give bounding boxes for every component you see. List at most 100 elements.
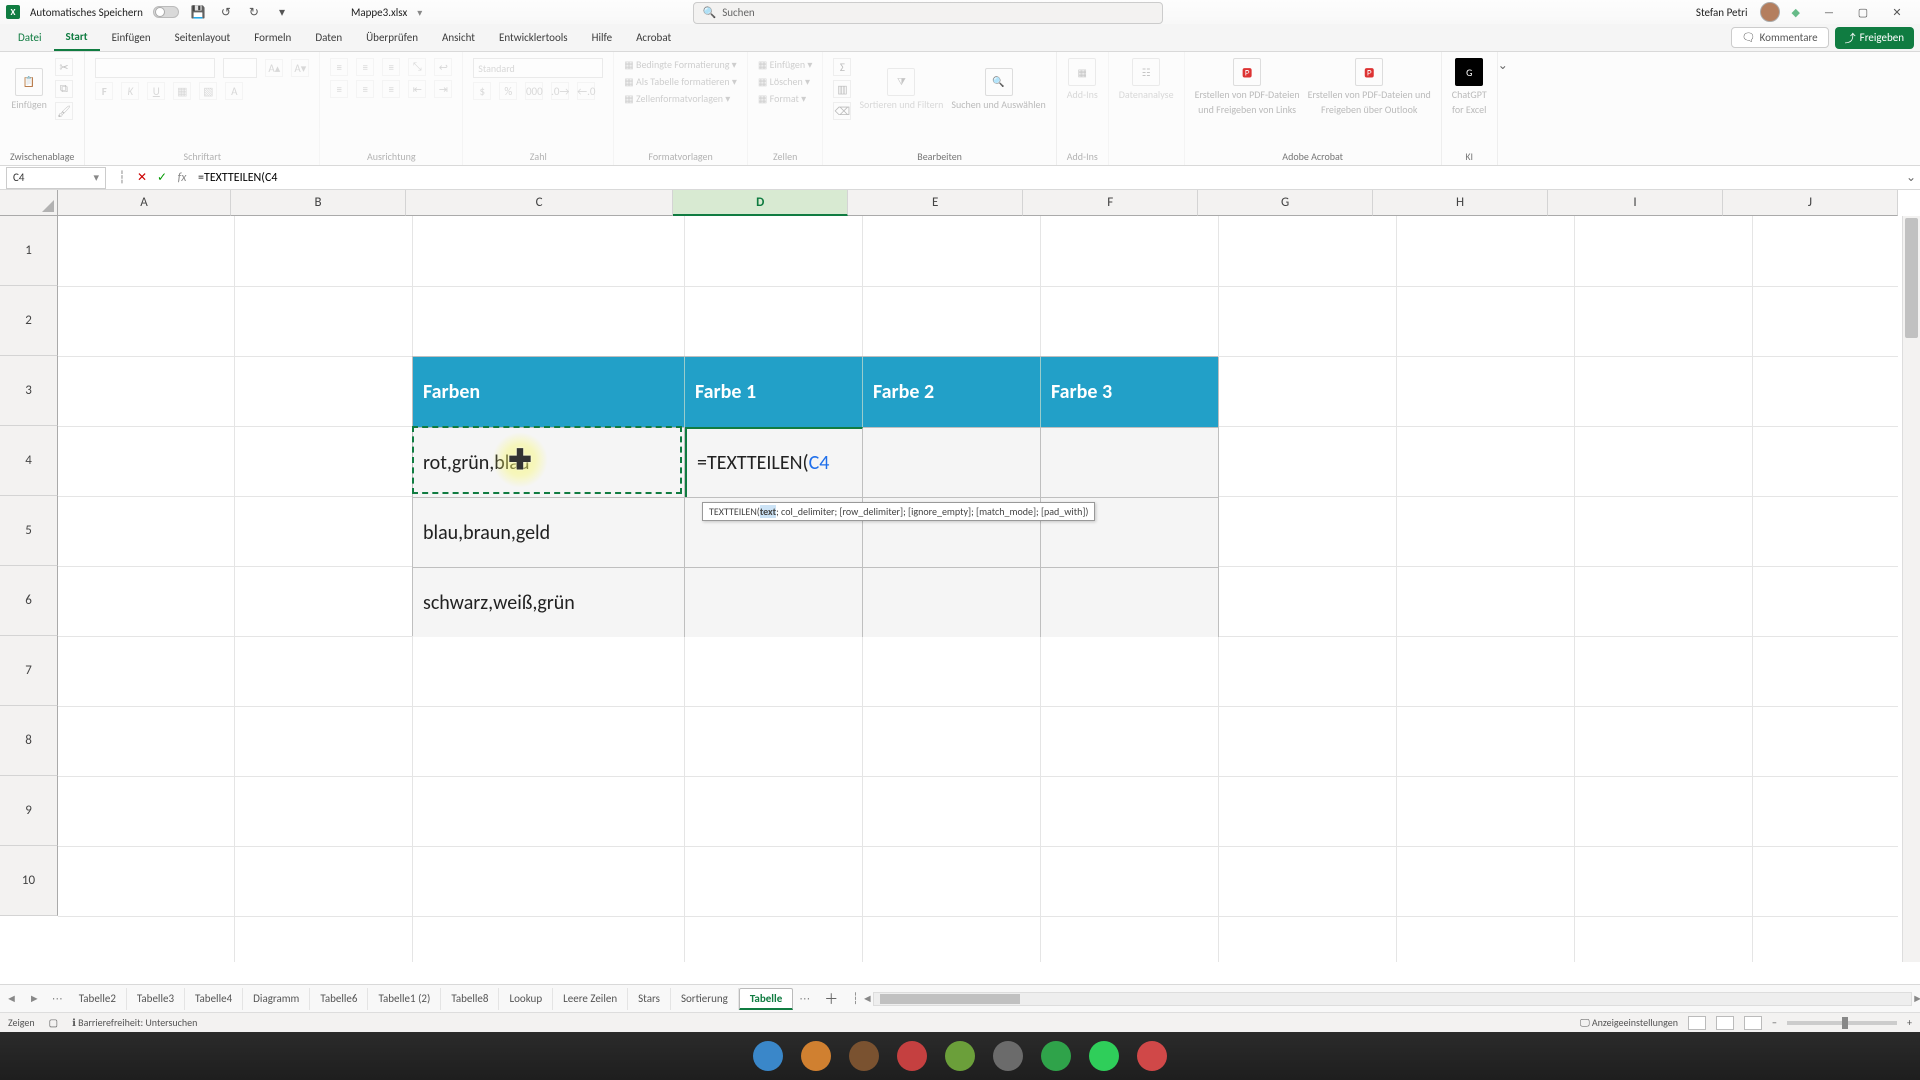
table-header[interactable]: Farbe 2 xyxy=(863,357,1041,427)
taskbar-app-icon[interactable] xyxy=(849,1041,879,1071)
horizontal-scrollbar[interactable]: ◄ ► xyxy=(873,992,1912,1006)
accessibility-status[interactable]: ℹ Barrierefreiheit: Untersuchen xyxy=(72,1016,197,1029)
column-header-B[interactable]: B xyxy=(231,190,406,216)
taskbar-app-icon[interactable] xyxy=(1137,1041,1167,1071)
font-size-combo[interactable] xyxy=(223,58,257,78)
sheet-tab[interactable]: Diagramm xyxy=(243,988,310,1010)
sheet-tab[interactable]: Tabelle6 xyxy=(310,988,368,1010)
column-header-H[interactable]: H xyxy=(1373,190,1548,216)
align-left-icon[interactable]: ≡ xyxy=(330,80,348,98)
tab-page-layout[interactable]: Seitenlayout xyxy=(163,24,243,51)
orientation-icon[interactable]: ⤡ xyxy=(408,58,426,76)
format-as-table-button[interactable]: ▦ Als Tabelle formatieren ▾ xyxy=(624,75,737,88)
align-bottom-icon[interactable]: ≡ xyxy=(382,58,400,76)
align-top-icon[interactable]: ≡ xyxy=(330,58,348,76)
row-header-10[interactable]: 10 xyxy=(0,846,58,916)
indent-decrease-icon[interactable]: ⇤ xyxy=(408,80,426,98)
table-cell[interactable] xyxy=(1041,427,1219,497)
share-button[interactable]: ⤴ Freigeben xyxy=(1835,27,1914,49)
taskbar-app-icon[interactable] xyxy=(993,1041,1023,1071)
align-right-icon[interactable]: ≡ xyxy=(382,80,400,98)
sheet-tab[interactable]: Leere Zeilen xyxy=(553,988,628,1010)
taskbar-app-icon[interactable] xyxy=(801,1041,831,1071)
column-header-F[interactable]: F xyxy=(1023,190,1198,216)
select-all-triangle[interactable] xyxy=(0,190,58,216)
sheet-tab[interactable]: Tabelle4 xyxy=(185,988,243,1010)
borders-icon[interactable]: ▦ xyxy=(173,82,191,100)
cancel-formula-icon[interactable]: ✕ xyxy=(132,170,152,185)
row-header-1[interactable]: 1 xyxy=(0,216,58,286)
zoom-slider[interactable] xyxy=(1787,1021,1897,1025)
tab-view[interactable]: Ansicht xyxy=(430,24,487,51)
table-cell[interactable]: =TEXTTEILEN(C4 xyxy=(685,427,863,497)
percent-icon[interactable]: % xyxy=(499,82,517,100)
table-header[interactable]: Farben xyxy=(413,357,685,427)
column-header-I[interactable]: I xyxy=(1548,190,1723,216)
row-header-9[interactable]: 9 xyxy=(0,776,58,846)
user-name[interactable]: Stefan Petri xyxy=(1696,6,1748,19)
paste-button[interactable]: 📋 Einfügen xyxy=(11,68,47,111)
page-layout-view-icon[interactable] xyxy=(1716,1016,1734,1030)
sheet-tab[interactable]: Tabelle xyxy=(739,988,793,1010)
clear-icon[interactable]: ⌫ xyxy=(833,102,851,120)
fill-color-icon[interactable]: ▧ xyxy=(199,82,217,100)
table-cell[interactable]: blau,braun,geld xyxy=(413,497,685,567)
table-header[interactable]: Farbe 1 xyxy=(685,357,863,427)
row-header-5[interactable]: 5 xyxy=(0,496,58,566)
tab-overflow-icon[interactable]: ⋯ xyxy=(793,992,816,1005)
tab-home[interactable]: Start xyxy=(54,24,100,51)
insert-cells-button[interactable]: ▦ Einfügen ▾ xyxy=(758,58,813,71)
fill-icon[interactable]: ▥ xyxy=(833,80,851,98)
format-painter-icon[interactable]: 🖌 xyxy=(55,102,73,120)
undo-icon[interactable]: ↺ xyxy=(217,3,235,21)
column-header-C[interactable]: C xyxy=(406,190,673,216)
search-box[interactable]: 🔍 Suchen xyxy=(693,2,1163,24)
taskbar-app-icon[interactable] xyxy=(897,1041,927,1071)
tab-review[interactable]: Überprüfen xyxy=(354,24,430,51)
font-color-icon[interactable]: A xyxy=(225,82,243,100)
row-header-4[interactable]: 4 xyxy=(0,426,58,496)
close-button[interactable]: ✕ xyxy=(1880,0,1914,24)
row-header-6[interactable]: 6 xyxy=(0,566,58,636)
find-select-button[interactable]: 🔍 Suchen und Auswählen xyxy=(951,68,1045,111)
tab-data[interactable]: Daten xyxy=(303,24,354,51)
inc-decimal-icon[interactable]: .0→ xyxy=(551,82,569,100)
chatgpt-button[interactable]: G ChatGPT for Excel xyxy=(1452,58,1487,116)
analysis-button[interactable]: ☷ Datenanalyse xyxy=(1119,58,1174,101)
align-center-icon[interactable]: ≡ xyxy=(356,80,374,98)
autosave-toggle[interactable] xyxy=(153,6,179,18)
taskbar-app-icon[interactable] xyxy=(1041,1041,1071,1071)
sheet-tab[interactable]: Sortierung xyxy=(671,988,739,1010)
zoom-out-icon[interactable]: − xyxy=(1772,1016,1777,1029)
cut-icon[interactable]: ✂ xyxy=(55,58,73,76)
wrap-text-icon[interactable]: ↩ xyxy=(434,58,452,76)
table-cell[interactable] xyxy=(863,567,1041,637)
conditional-formatting-button[interactable]: ▦ Bedingte Formatierung ▾ xyxy=(624,58,736,71)
table-cell[interactable] xyxy=(685,567,863,637)
format-cells-button[interactable]: ▦ Format ▾ xyxy=(758,92,806,105)
row-header-8[interactable]: 8 xyxy=(0,706,58,776)
currency-icon[interactable]: $ xyxy=(473,82,491,100)
normal-view-icon[interactable] xyxy=(1688,1016,1706,1030)
taskbar-app-icon[interactable] xyxy=(753,1041,783,1071)
diamond-icon[interactable]: ◆ xyxy=(1792,6,1800,19)
maximize-button[interactable]: ▢ xyxy=(1846,0,1880,24)
acrobat-share-outlook-button[interactable]: 🅿 Erstellen von PDF-Dateien und Freigebe… xyxy=(1308,58,1431,116)
sheet-tab[interactable]: Tabelle3 xyxy=(127,988,185,1010)
column-header-G[interactable]: G xyxy=(1198,190,1373,216)
row-header-2[interactable]: 2 xyxy=(0,286,58,356)
dec-decimal-icon[interactable]: ←.0 xyxy=(577,82,595,100)
number-format-combo[interactable]: Standard xyxy=(473,58,603,78)
column-header-J[interactable]: J xyxy=(1723,190,1898,216)
docname-chevron-icon[interactable]: ▾ xyxy=(417,6,422,19)
tab-nav-next-icon[interactable]: ► xyxy=(23,992,46,1005)
table-cell[interactable] xyxy=(1041,567,1219,637)
tab-insert[interactable]: Einfügen xyxy=(100,24,163,51)
font-name-combo[interactable] xyxy=(95,58,215,78)
redo-icon[interactable]: ↻ xyxy=(245,3,263,21)
fx-icon[interactable]: fx xyxy=(172,171,192,185)
new-sheet-button[interactable]: ＋ xyxy=(816,989,846,1009)
tab-formulas[interactable]: Formeln xyxy=(242,24,303,51)
function-arguments-tooltip[interactable]: TEXTTEILEN(text; col_delimiter; [row_del… xyxy=(702,502,1095,521)
sort-filter-button[interactable]: ⧩ Sortieren und Filtern xyxy=(859,68,943,111)
